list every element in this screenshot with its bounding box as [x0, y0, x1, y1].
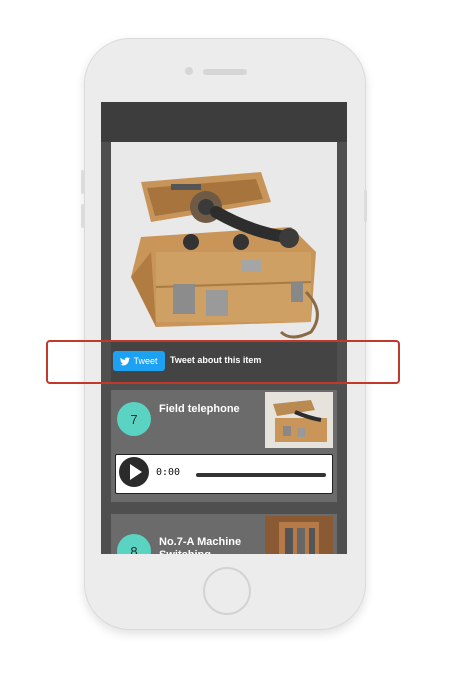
item-title: No.7-A Machine Switching...	[159, 536, 242, 554]
top-bar	[101, 102, 347, 142]
item-thumbnail	[265, 392, 333, 448]
item-thumbnail	[265, 516, 333, 554]
volume-down-button	[81, 204, 84, 228]
item-number-badge: 8	[117, 534, 151, 554]
item-title: Field telephone	[159, 403, 240, 415]
audio-time: 0:00	[156, 467, 181, 478]
hero-image	[111, 142, 337, 342]
highlight-box	[46, 340, 400, 384]
list-item[interactable]: 7 Field telephone 0:00	[111, 390, 337, 502]
volume-up-button	[81, 170, 84, 194]
power-button	[364, 190, 367, 222]
home-button[interactable]	[203, 567, 251, 615]
audio-player: 0:00	[115, 454, 333, 494]
item-number-badge: 7	[117, 402, 151, 436]
list-item[interactable]: 8 No.7-A Machine Switching...	[111, 514, 337, 554]
machine-switching-thumbnail	[265, 516, 333, 554]
field-telephone-image	[111, 142, 337, 342]
phone-screen: Tweet Tweet about this item 7 Field tele…	[101, 102, 347, 554]
play-button[interactable]	[119, 457, 149, 487]
field-telephone-thumbnail	[265, 392, 333, 448]
earpiece-speaker	[203, 69, 247, 75]
audio-progress-track[interactable]	[196, 473, 326, 477]
camera-dot	[185, 67, 193, 75]
